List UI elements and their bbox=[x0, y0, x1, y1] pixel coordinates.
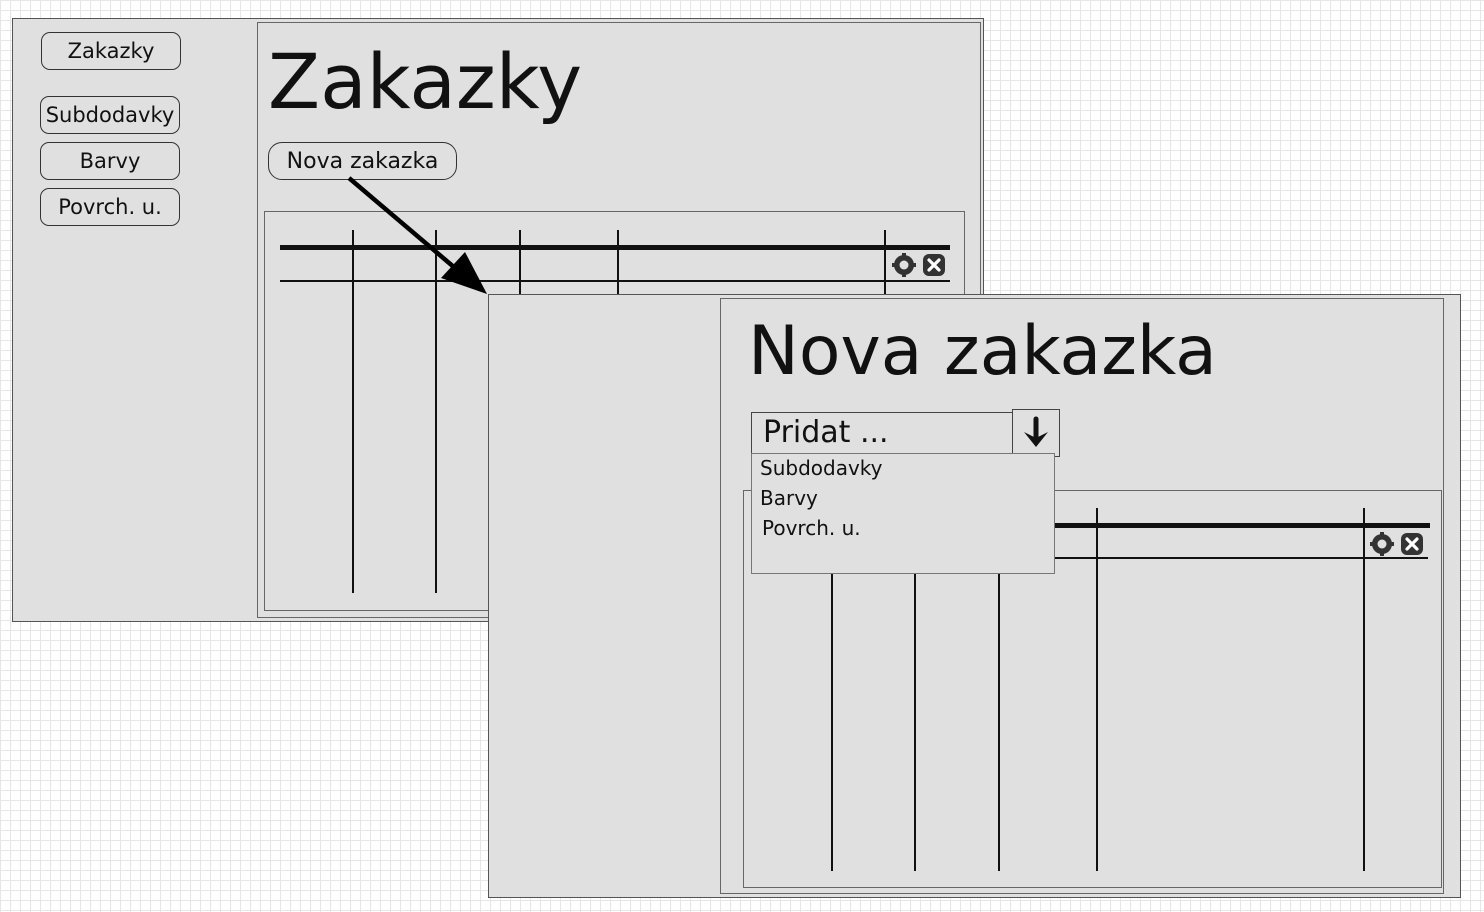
nav-button-povrch[interactable]: Povrch. u. bbox=[40, 188, 180, 226]
nav-button-subdodavky[interactable]: Subdodavky bbox=[40, 96, 180, 134]
table-column-divider bbox=[1096, 508, 1098, 871]
gear-icon[interactable] bbox=[1370, 532, 1394, 556]
table-header-bottom-line bbox=[1054, 557, 1428, 559]
table-column-divider bbox=[519, 230, 521, 300]
table-column-divider bbox=[998, 574, 1000, 871]
table-column-divider bbox=[1363, 508, 1365, 871]
nav-button-barvy[interactable]: Barvy bbox=[40, 142, 180, 180]
gear-icon[interactable] bbox=[892, 253, 916, 277]
dropdown-toggle-button[interactable] bbox=[1012, 409, 1060, 457]
dropdown-options-list: Subdodavky Barvy Povrch. u. bbox=[751, 453, 1055, 574]
add-item-dropdown[interactable]: Pridat ... bbox=[751, 412, 1013, 454]
new-order-button[interactable]: Nova zakazka bbox=[268, 142, 457, 180]
dropdown-option-subdodavky[interactable]: Subdodavky bbox=[760, 456, 883, 480]
dropdown-selected-value: Pridat ... bbox=[763, 415, 889, 450]
table-column-divider bbox=[884, 230, 886, 300]
table-header-top-line bbox=[1054, 523, 1430, 528]
arrow-down-icon bbox=[1024, 416, 1048, 447]
close-icon[interactable] bbox=[922, 253, 946, 277]
dropdown-option-povrch[interactable]: Povrch. u. bbox=[762, 516, 861, 540]
table-column-divider bbox=[352, 230, 354, 593]
table-column-divider bbox=[831, 574, 833, 871]
close-icon[interactable] bbox=[1400, 532, 1424, 556]
page-title: Nova zakazka bbox=[748, 312, 1217, 391]
table-header-bottom-line bbox=[280, 280, 950, 282]
table-column-divider bbox=[617, 230, 619, 300]
nav-button-zakazky[interactable]: Zakazky bbox=[41, 32, 181, 70]
dropdown-option-barvy[interactable]: Barvy bbox=[760, 486, 818, 510]
table-column-divider bbox=[914, 574, 916, 871]
table-header-top-line bbox=[280, 245, 950, 250]
table-column-divider bbox=[435, 230, 437, 593]
page-title: Zakazky bbox=[268, 37, 583, 126]
